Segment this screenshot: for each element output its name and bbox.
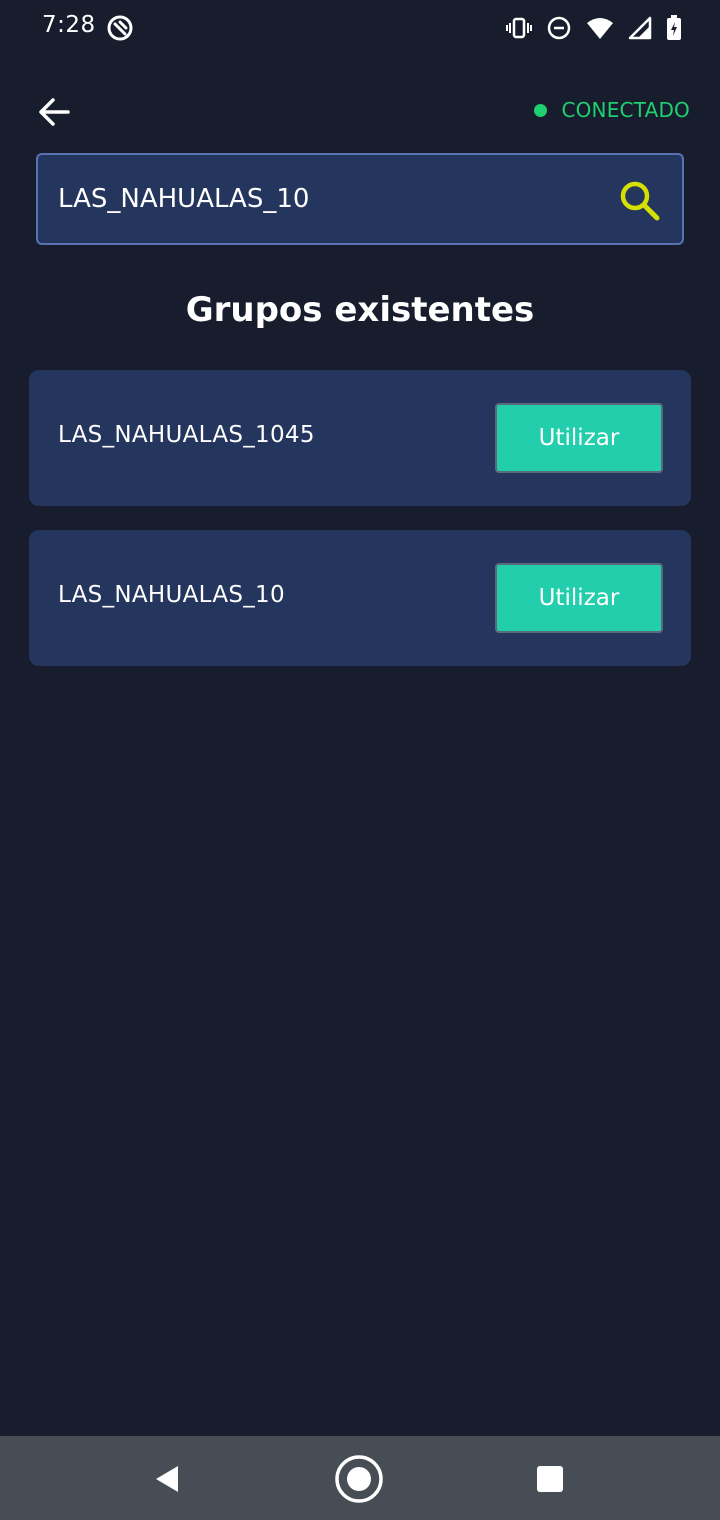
connection-status-label: CONECTADO	[561, 98, 690, 122]
battery-charging-icon	[666, 15, 682, 41]
status-bar: 7:28	[0, 0, 720, 56]
connection-status: CONECTADO	[534, 98, 690, 122]
search-icon[interactable]	[618, 179, 662, 223]
section-title: Grupos existentes	[185, 290, 535, 330]
status-icons	[506, 14, 682, 42]
group-card: LAS_NAHUALAS_1045 Utilizar	[29, 370, 691, 506]
groups-list: LAS_NAHUALAS_1045 Utilizar LAS_NAHUALAS_…	[29, 370, 691, 690]
vibrate-icon	[506, 15, 532, 41]
arrow-left-icon	[34, 98, 74, 136]
back-button[interactable]	[34, 92, 74, 132]
navigation-bar	[0, 1436, 720, 1520]
group-name: LAS_NAHUALAS_10	[58, 582, 285, 608]
search-input[interactable]	[58, 155, 598, 243]
use-group-button[interactable]: Utilizar	[495, 403, 663, 473]
app-screen: 7:28 CONECTADO LAS_NAHUALAS_10 Grupos ex…	[0, 0, 720, 1520]
group-card: LAS_NAHUALAS_10 Utilizar	[29, 530, 691, 666]
status-time: 7:28	[42, 12, 96, 38]
cell-signal-icon	[628, 16, 652, 40]
group-name: LAS_NAHUALAS_1045	[58, 422, 315, 448]
search-box	[36, 153, 684, 245]
app-notification-icon	[106, 14, 134, 42]
do-not-disturb-icon	[546, 15, 572, 41]
wifi-icon	[586, 16, 614, 40]
connection-status-dot	[534, 103, 548, 117]
nav-home-icon[interactable]	[334, 1454, 384, 1504]
nav-back-icon[interactable]	[142, 1454, 192, 1504]
nav-recents-icon[interactable]	[525, 1454, 575, 1504]
use-group-button[interactable]: Utilizar	[495, 563, 663, 633]
